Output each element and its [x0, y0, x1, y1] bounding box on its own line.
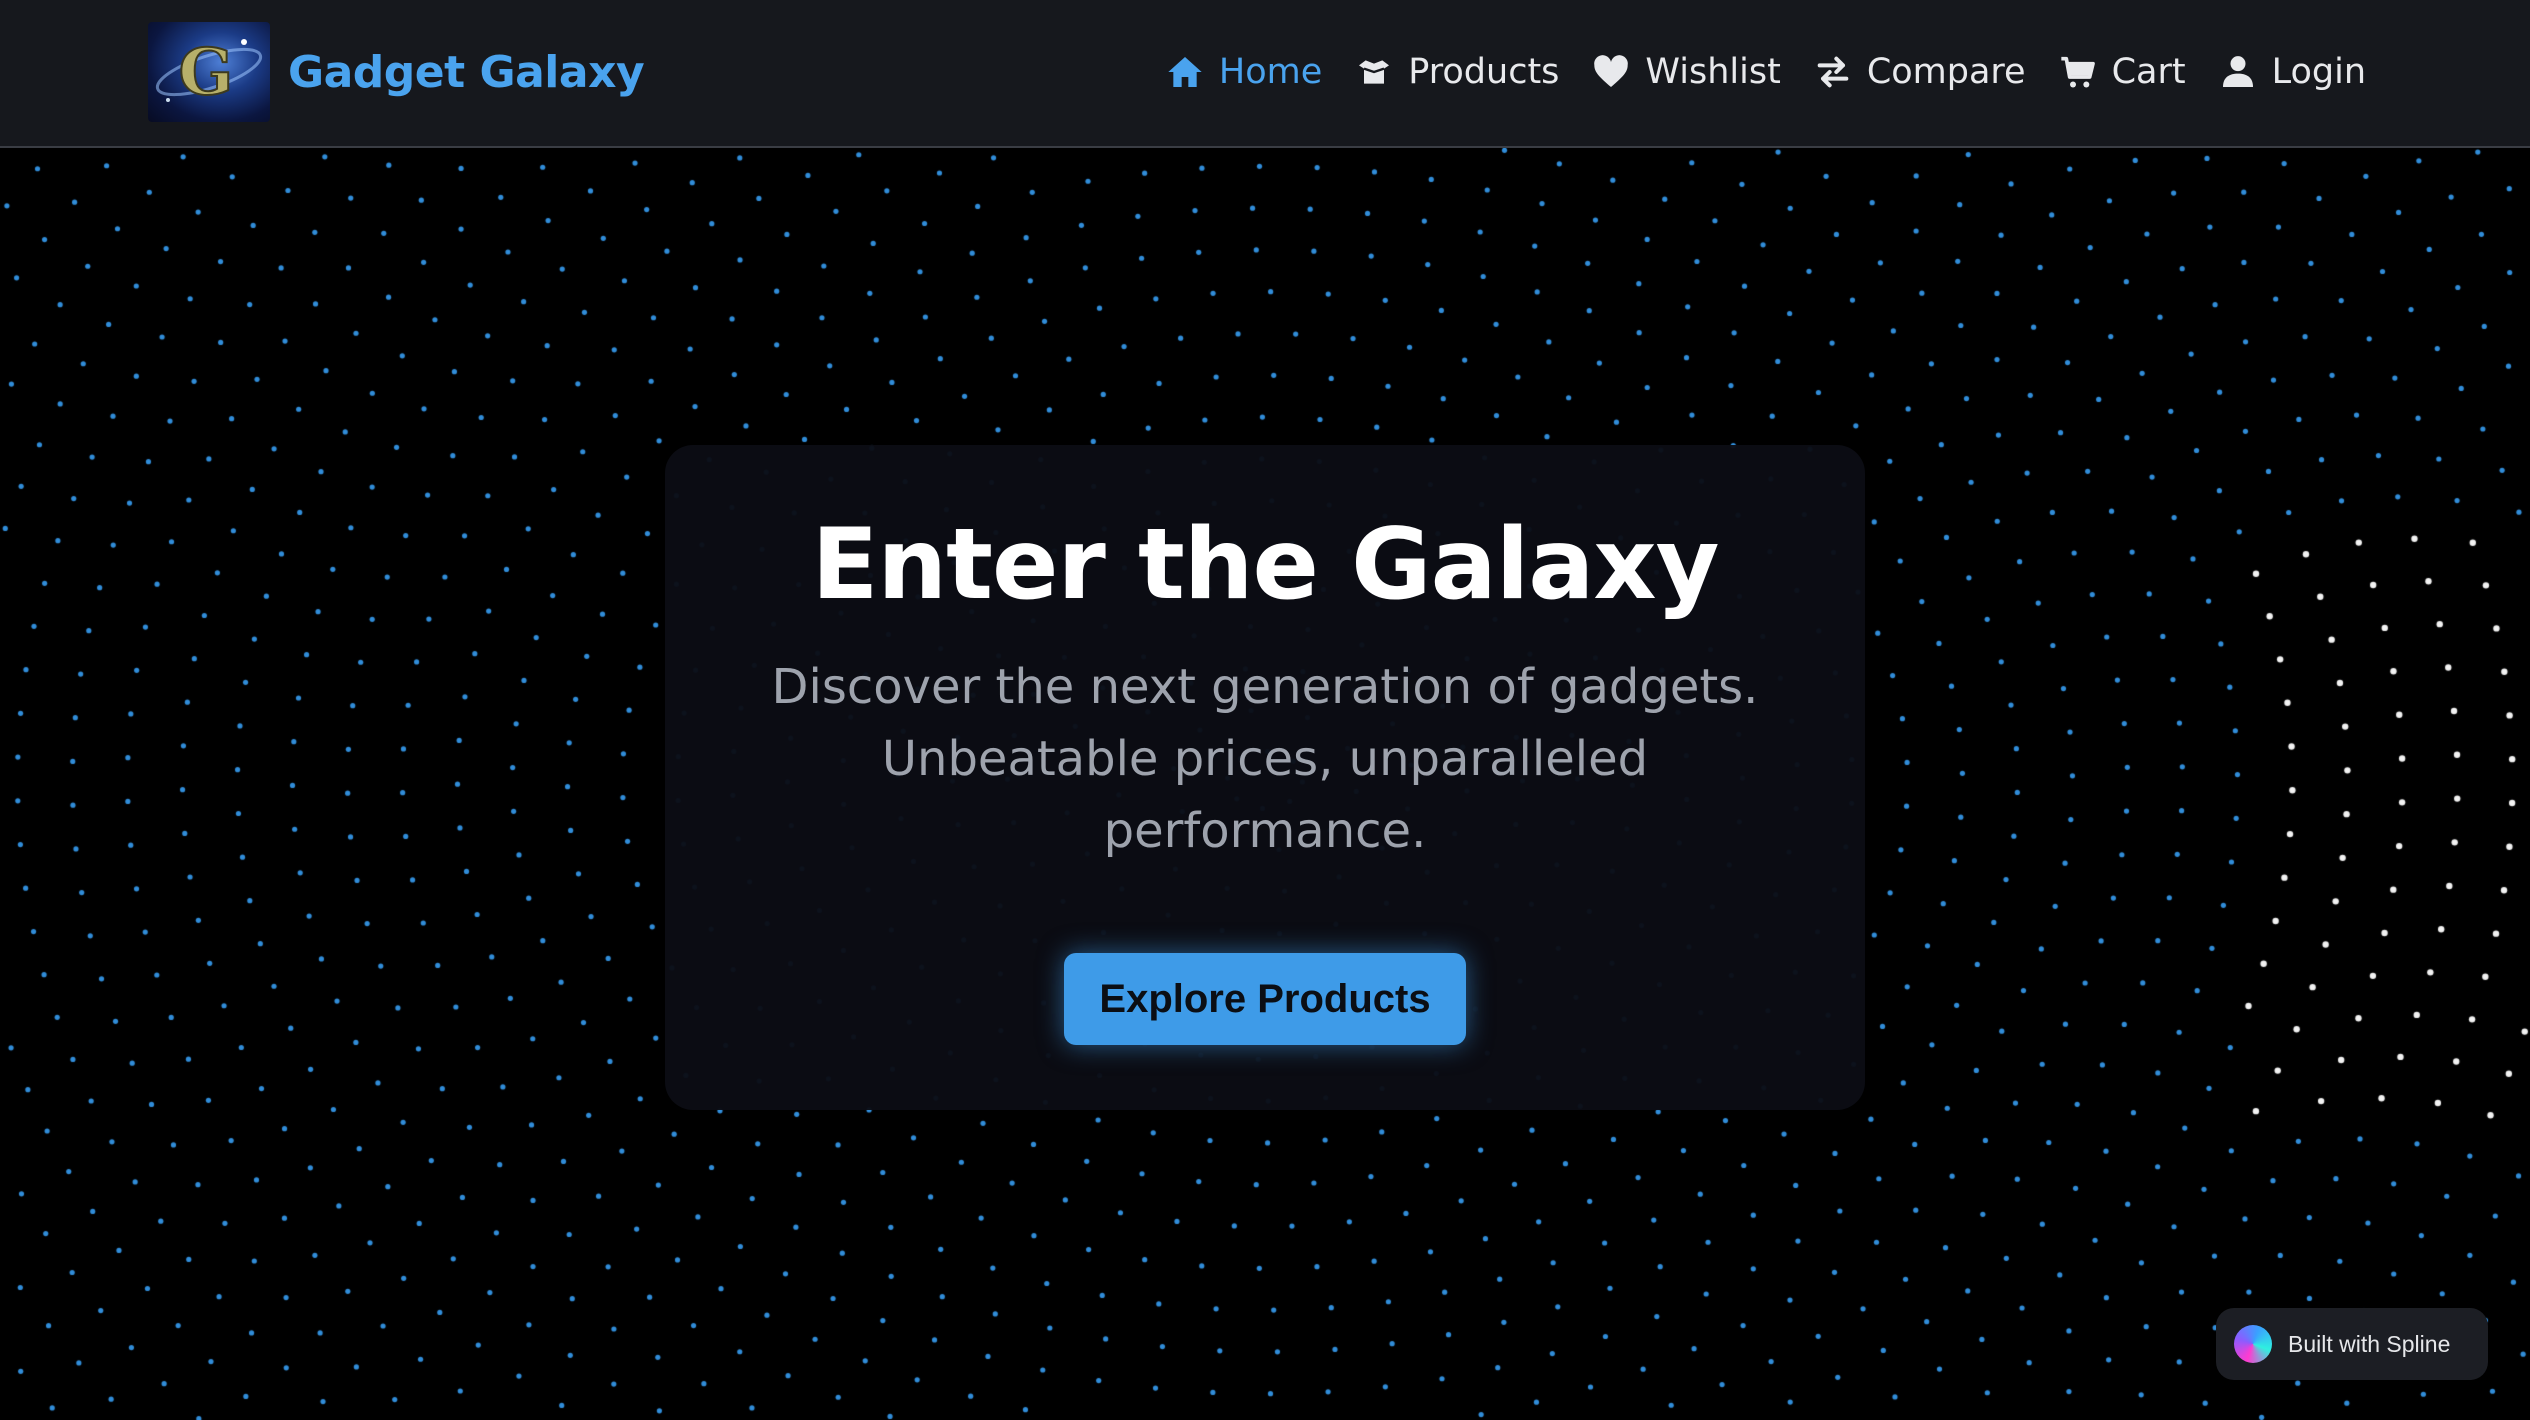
spline-logo-icon [2234, 1325, 2272, 1363]
spline-badge-label: Built with Spline [2288, 1330, 2451, 1357]
brand[interactable]: G Gadget Galaxy [148, 22, 645, 122]
nav-item-label: Wishlist [1645, 52, 1781, 92]
nav-item-label: Compare [1866, 52, 2026, 92]
box-icon [1354, 52, 1394, 92]
built-with-spline-badge[interactable]: Built with Spline [2216, 1308, 2488, 1380]
nav-item-label: Login [2271, 52, 2366, 92]
nav-item-login[interactable]: Login [2218, 52, 2366, 92]
explore-products-button[interactable]: Explore Products [1064, 952, 1466, 1045]
nav-item-home[interactable]: Home [1165, 52, 1322, 92]
nav-item-products[interactable]: Products [1354, 52, 1559, 92]
logo-icon: G [155, 34, 263, 111]
hero-subtitle: Discover the next generation of gadgets.… [771, 658, 1759, 859]
logo-image[interactable]: G [148, 22, 270, 122]
nav-item-wishlist[interactable]: Wishlist [1591, 52, 1781, 92]
logo-letter: G [179, 35, 234, 110]
nav-item-cart[interactable]: Cart [2058, 52, 2186, 92]
nav-item-label: Cart [2111, 52, 2186, 92]
nav-item-label: Products [1408, 52, 1560, 92]
brand-name[interactable]: Gadget Galaxy [288, 47, 645, 98]
navbar: G Gadget Galaxy Home Products Wishlist C… [0, 0, 2530, 148]
cart-icon [2058, 52, 2098, 92]
nav-item-label: Home [1218, 52, 1323, 92]
home-icon [1165, 52, 1205, 92]
heart-icon [1591, 52, 1631, 92]
nav-links: Home Products Wishlist Compare Cart Logi… [1133, 44, 2366, 100]
compare-arrows-icon [1813, 52, 1853, 92]
user-icon [2218, 52, 2258, 92]
hero-card: Enter the Galaxy Discover the next gener… [665, 445, 1865, 1110]
page: G Gadget Galaxy Home Products Wishlist C… [0, 0, 2530, 1420]
hero-title: Enter the Galaxy [811, 508, 1719, 622]
nav-item-compare[interactable]: Compare [1813, 52, 2026, 92]
